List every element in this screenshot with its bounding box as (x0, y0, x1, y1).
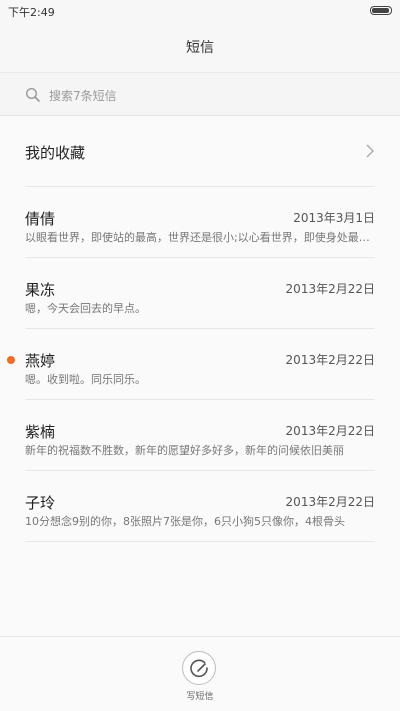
contact-name: 燕婷 (25, 352, 56, 370)
status-bar: 下午2:49 (0, 0, 400, 22)
message-date: 2013年2月22日 (285, 495, 375, 509)
contact-name: 紫楠 (25, 423, 56, 441)
chevron-right-icon (366, 144, 374, 158)
battery-fill (372, 8, 389, 13)
battery-icon (370, 6, 392, 15)
message-date: 2013年3月1日 (293, 211, 375, 225)
message-date: 2013年2月22日 (285, 282, 375, 296)
conversation-row[interactable]: 燕婷 2013年2月22日 嗯。收到啦。同乐同乐。 (7, 329, 375, 400)
message-date: 2013年2月22日 (285, 424, 375, 438)
app-header: 短信 (0, 22, 400, 72)
message-snippet: 新年的祝福数不胜数，新年的愿望好多好多，新年的问候依旧美丽 (25, 444, 344, 457)
contact-name: 子玲 (25, 494, 56, 512)
conversation-row[interactable]: 紫楠 2013年2月22日 新年的祝福数不胜数，新年的愿望好多好多，新年的问候依… (25, 400, 375, 471)
contact-name: 倩倩 (25, 210, 56, 228)
message-snippet: 以眼看世界，即使站的最高，世界还是很小;以心看世界，即使身处最低处，世界也是大的 (25, 231, 375, 244)
contact-name: 果冻 (25, 281, 56, 299)
compose-button[interactable] (182, 651, 216, 685)
conversation-list: 我的收藏 倩倩 2013年3月1日 以眼看世界，即使站的最高，世界还是很小;以心… (0, 116, 400, 542)
search-bar[interactable]: 搜索7条短信 (0, 72, 400, 116)
favorites-label: 我的收藏 (25, 144, 86, 162)
conversation-row[interactable]: 子玲 2013年2月22日 10分想念9别的你，8张照片7张是你，6只小狗5只像… (25, 471, 375, 542)
compose-label: 写短信 (186, 692, 214, 702)
message-snippet: 10分想念9别的你，8张照片7张是你，6只小狗5只像你，4根骨头 (25, 515, 345, 528)
conversation-row[interactable]: 倩倩 2013年3月1日 以眼看世界，即使站的最高，世界还是很小;以心看世界，即… (25, 187, 375, 258)
favorites-row[interactable]: 我的收藏 (25, 116, 375, 187)
status-time: 下午2:49 (8, 6, 55, 19)
compose-icon (190, 659, 208, 678)
message-snippet: 嗯，今天会回去的早点。 (25, 302, 146, 315)
unread-dot-icon (7, 356, 15, 364)
bottom-bar: 写短信 (0, 636, 400, 711)
page-title: 短信 (186, 40, 214, 56)
message-snippet: 嗯。收到啦。同乐同乐。 (25, 373, 146, 386)
message-date: 2013年2月22日 (285, 353, 375, 367)
search-input[interactable]: 搜索7条短信 (49, 87, 117, 104)
search-icon (25, 87, 40, 102)
conversation-row[interactable]: 果冻 2013年2月22日 嗯，今天会回去的早点。 (25, 258, 375, 329)
